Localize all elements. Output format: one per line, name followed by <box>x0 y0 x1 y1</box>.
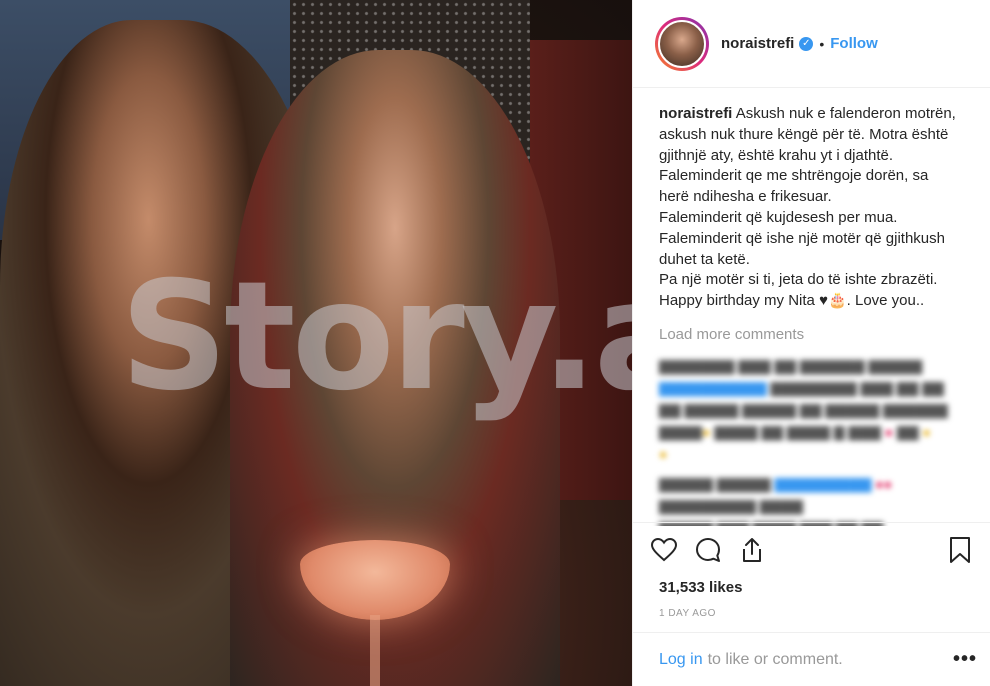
comment-icon[interactable] <box>693 535 723 565</box>
header-separator: • <box>819 35 825 52</box>
share-icon[interactable] <box>737 535 767 565</box>
action-icon-row <box>649 533 975 567</box>
caption-line: Faleminderit që ishe një motër që gjithk… <box>659 229 945 247</box>
blurred-comments: ▇▇▇▇▇▇▇ ▇▇▇ ▇▇ ▇▇▇▇▇▇ ▇▇▇▇▇ ▇▇▇▇▇▇▇▇▇▇ ▇… <box>659 355 964 526</box>
comments-section[interactable]: noraistrefi Askush nuk e falenderon motr… <box>633 88 990 526</box>
avatar-image <box>658 19 706 68</box>
caption-line: Askush nuk e falenderon motrën, <box>735 105 956 122</box>
blurred-comment: ▇▇▇▇▇▇▇▇▇ ▇▇▇▇ <box>659 497 803 514</box>
post-photo[interactable]: Story.al <box>0 0 632 686</box>
caption-line: duhet ta ketë. <box>659 250 750 268</box>
likes-count[interactable]: 31,533 likes <box>649 579 975 596</box>
caption-line: gjithnjë aty, është krahu yt i djathtë. <box>659 146 894 164</box>
blurred-comment: ▇▇▇▇● ▇▇▇▇ ▇▇ ▇▇▇▇ ▇ ▇▇▇ ● ▇▇ ● <box>659 423 931 440</box>
blurred-comment: ▇▇▇▇▇▇▇ ▇▇▇ ▇▇ ▇▇▇▇▇▇ ▇▇▇▇▇ <box>659 357 923 374</box>
post-actions: 31,533 likes 1 DAY AGO <box>633 522 990 619</box>
caption-line: Happy birthday my Nita ♥🎂. Love you.. <box>659 292 925 310</box>
username-link[interactable]: noraistrefi <box>721 35 794 52</box>
login-bar: Log in to like or comment. ••• <box>633 632 990 686</box>
bookmark-icon[interactable] <box>945 535 975 565</box>
post-header: noraistrefi ✓ • Follow <box>633 0 990 88</box>
post-side-panel: noraistrefi ✓ • Follow noraistrefi Askus… <box>632 0 990 686</box>
caption-line: Pa një motër si ti, jeta do të ishte zbr… <box>659 271 938 289</box>
heart-icon[interactable] <box>649 535 679 565</box>
blurred-comment: ▇▇▇▇▇ ▇▇▇▇▇ ▇▇▇▇▇▇▇▇▇ ●● <box>659 475 893 492</box>
caption: noraistrefi Askush nuk e falenderon motr… <box>659 104 964 312</box>
login-prompt-text: to like or comment. <box>707 650 843 668</box>
watermark: Story.al <box>120 250 632 424</box>
blurred-comment: ● <box>659 445 668 462</box>
caption-line: askush nuk thure këngë për të. Motra ësh… <box>659 125 949 143</box>
caption-line: herë ndihesha e frikesuar. <box>659 188 832 206</box>
avatar[interactable] <box>655 16 709 71</box>
blurred-comment: ▇▇ ▇▇▇▇▇ ▇▇▇▇▇ ▇▇ ▇▇▇▇▇ ▇▇▇▇▇▇ <box>659 401 948 418</box>
caption-line: Faleminderit qe me shtrëngoje dorën, sa <box>659 167 929 185</box>
caption-line: Faleminderit që kujdesesh per mua. <box>659 208 898 226</box>
caption-username[interactable]: noraistrefi <box>659 105 732 122</box>
more-options-icon[interactable]: ••• <box>953 648 977 671</box>
photo-glass-stem <box>370 615 380 686</box>
post-timestamp[interactable]: 1 DAY AGO <box>649 608 975 619</box>
load-more-comments-button[interactable]: Load more comments <box>659 326 964 343</box>
login-link[interactable]: Log in <box>659 651 703 669</box>
follow-button[interactable]: Follow <box>830 35 878 52</box>
verified-badge-icon: ✓ <box>799 36 814 51</box>
blurred-comment: ▇▇▇▇▇▇▇▇▇▇ ▇▇▇▇▇▇▇▇ ▇▇▇ ▇▇ ▇▇ <box>659 379 944 396</box>
